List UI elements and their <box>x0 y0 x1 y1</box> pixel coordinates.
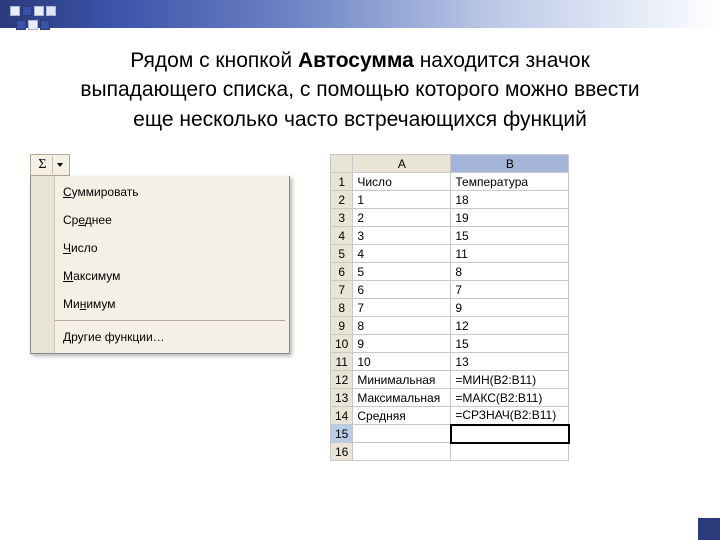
menu-separator <box>35 320 285 321</box>
cell[interactable]: 11 <box>451 245 569 263</box>
table-row: 767 <box>331 281 569 299</box>
row-header[interactable]: 6 <box>331 263 353 281</box>
menu-item-max[interactable]: Максимум <box>59 262 287 290</box>
cell[interactable]: Минимальная <box>353 371 451 389</box>
cell[interactable]: 4 <box>353 245 451 263</box>
table-row: 16 <box>331 443 569 461</box>
table-row: 2118 <box>331 191 569 209</box>
cell[interactable]: 15 <box>451 335 569 353</box>
column-header-b[interactable]: B <box>451 155 569 173</box>
row-header[interactable]: 16 <box>331 443 353 461</box>
row-header[interactable]: 10 <box>331 335 353 353</box>
chevron-down-icon <box>57 163 63 167</box>
select-all-corner[interactable] <box>331 155 353 173</box>
table-row: 10915 <box>331 335 569 353</box>
table-row: 12Минимальная=МИН(B2:B11) <box>331 371 569 389</box>
table-row: 658 <box>331 263 569 281</box>
cell[interactable]: 6 <box>353 281 451 299</box>
cell[interactable]: 7 <box>451 281 569 299</box>
table-row: 15 <box>331 425 569 443</box>
menu-item-more-functions[interactable]: Другие функции… <box>59 323 287 351</box>
slide-topbar <box>0 0 720 28</box>
cell[interactable]: =МАКС(B2:B11) <box>451 389 569 407</box>
row-header[interactable]: 15 <box>331 425 353 443</box>
cell[interactable]: 8 <box>451 263 569 281</box>
corner-decoration <box>10 6 58 42</box>
autosum-button[interactable]: Σ <box>33 156 53 174</box>
menu-item-min[interactable]: Минимум <box>59 290 287 318</box>
cell[interactable] <box>353 425 451 443</box>
menu-item-sum[interactable]: Суммировать <box>59 178 287 206</box>
row-header[interactable]: 14 <box>331 407 353 425</box>
row-header[interactable]: 2 <box>331 191 353 209</box>
autosum-toolbar: Σ <box>30 154 70 176</box>
menu-item-count[interactable]: Число <box>59 234 287 262</box>
row-header[interactable]: 1 <box>331 173 353 191</box>
table-row: 9812 <box>331 317 569 335</box>
cell[interactable]: 5 <box>353 263 451 281</box>
slide-heading: Рядом с кнопкой Автосумма находится знач… <box>0 28 720 154</box>
cell[interactable]: Число <box>353 173 451 191</box>
table-row: 3219 <box>331 209 569 227</box>
cell[interactable]: Максимальная <box>353 389 451 407</box>
row-header[interactable]: 9 <box>331 317 353 335</box>
sigma-icon: Σ <box>38 157 46 173</box>
cell[interactable]: 10 <box>353 353 451 371</box>
row-header[interactable]: 3 <box>331 209 353 227</box>
table-row: 111013 <box>331 353 569 371</box>
column-header-a[interactable]: A <box>353 155 451 173</box>
autosum-menu: Суммировать Среднее Число Максимум Миним… <box>30 176 290 354</box>
cell[interactable]: 8 <box>353 317 451 335</box>
spreadsheet: A B 1ЧислоТемпература2118321943155411658… <box>330 154 570 461</box>
table-row: 13Максимальная=МАКС(B2:B11) <box>331 389 569 407</box>
row-header[interactable]: 8 <box>331 299 353 317</box>
cell[interactable]: 9 <box>353 335 451 353</box>
cell[interactable]: 12 <box>451 317 569 335</box>
cell[interactable]: 2 <box>353 209 451 227</box>
row-header[interactable]: 11 <box>331 353 353 371</box>
cell[interactable]: 13 <box>451 353 569 371</box>
cell[interactable] <box>451 443 569 461</box>
cell[interactable]: 19 <box>451 209 569 227</box>
heading-pre: Рядом с кнопкой <box>130 49 298 72</box>
table-row: 4315 <box>331 227 569 245</box>
row-header[interactable]: 4 <box>331 227 353 245</box>
cell[interactable]: 15 <box>451 227 569 245</box>
autosum-dropdown-button[interactable] <box>53 156 67 174</box>
cell[interactable]: =МИН(B2:B11) <box>451 371 569 389</box>
cell[interactable] <box>451 425 569 443</box>
cell[interactable] <box>353 443 451 461</box>
cell[interactable]: 1 <box>353 191 451 209</box>
cell[interactable]: Температура <box>451 173 569 191</box>
row-header[interactable]: 5 <box>331 245 353 263</box>
table-row: 14Средняя=СРЗНАЧ(B2:B11) <box>331 407 569 425</box>
menu-gutter <box>31 176 55 353</box>
row-header[interactable]: 12 <box>331 371 353 389</box>
cell[interactable]: =СРЗНАЧ(B2:B11) <box>451 407 569 425</box>
slide-corner-block <box>698 518 720 540</box>
table-row: 879 <box>331 299 569 317</box>
row-header[interactable]: 13 <box>331 389 353 407</box>
heading-bold: Автосумма <box>298 49 414 72</box>
cell[interactable]: 7 <box>353 299 451 317</box>
cell[interactable]: 9 <box>451 299 569 317</box>
cell[interactable]: 18 <box>451 191 569 209</box>
row-header[interactable]: 7 <box>331 281 353 299</box>
cell[interactable]: 3 <box>353 227 451 245</box>
menu-item-average[interactable]: Среднее <box>59 206 287 234</box>
table-row: 5411 <box>331 245 569 263</box>
cell[interactable]: Средняя <box>353 407 451 425</box>
table-row: 1ЧислоТемпература <box>331 173 569 191</box>
